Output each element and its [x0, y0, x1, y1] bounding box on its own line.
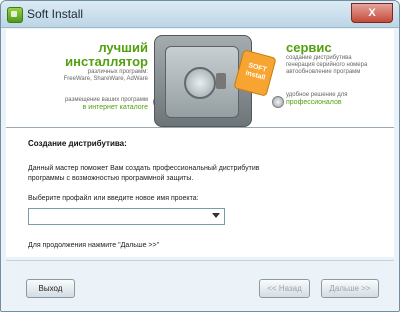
wizard-description: Данный мастер поможет Вам создать профес… [28, 165, 260, 182]
banner-right-item-3: автообновление программ [286, 69, 361, 75]
next-button[interactable]: Дальше >> [321, 279, 379, 298]
banner: лучший инсталлятор различных программ: F… [6, 29, 394, 128]
wizard-title: Создание дистрибутива: [28, 139, 127, 148]
wizard-content: Создание дистрибутива: Данный мастер пом… [6, 128, 394, 257]
banner-heading-left-2: инсталлятор [65, 54, 148, 69]
banner-bottom-right-1: удобное решение для [286, 92, 348, 98]
dial-icon [184, 67, 216, 99]
installer-window: Soft Install X лучший инсталлятор различ… [0, 0, 400, 312]
exit-button[interactable]: Выход [26, 279, 75, 298]
banner-left-text: лучший инсталлятор различных программ: F… [18, 41, 148, 112]
continue-note: Для продолжения нажмите "Дальше >>" [28, 242, 160, 249]
project-select[interactable] [28, 208, 225, 225]
title-bar[interactable]: Soft Install X [1, 1, 399, 28]
banner-bottom-right-2: профессионалов [286, 99, 342, 106]
banner-bottom-left-1: размещение ваших программ [64, 97, 148, 103]
project-select-label: Выберите профайл или введите новое имя п… [28, 195, 199, 202]
right-circle-icon [272, 96, 284, 108]
app-icon [7, 7, 23, 23]
banner-right-item-2: генерация серийного номера [286, 62, 368, 68]
tag-text: SOFT install [243, 61, 270, 83]
banner-heading-right: сервис [286, 40, 332, 55]
banner-sub-left-2: FreeWare, ShareWare, AdWare [63, 76, 148, 82]
banner-sub-left-1: различных программ: [87, 69, 148, 75]
handle-icon [216, 73, 226, 89]
banner-bottom-left-2: в интернет каталоге [82, 104, 148, 111]
chevron-down-icon[interactable] [212, 213, 220, 218]
banner-right-text: сервис создание дистрибутива генерация с… [286, 41, 394, 107]
banner-right-item-1: создание дистрибутива [286, 55, 352, 61]
footer-divider [6, 260, 394, 261]
safe-door-icon [165, 46, 239, 118]
banner-heading-left-1: лучший [98, 40, 148, 55]
back-button[interactable]: << Назад [259, 279, 310, 298]
close-button[interactable]: X [351, 3, 393, 23]
window-title: Soft Install [27, 7, 84, 21]
